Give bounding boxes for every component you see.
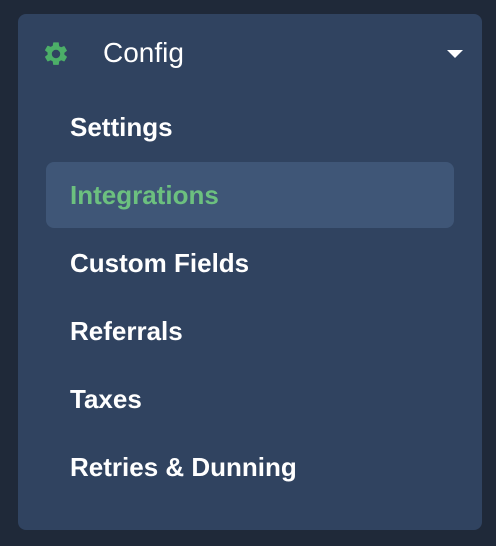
menu-item-taxes[interactable]: Taxes (46, 366, 454, 432)
menu-item-custom-fields[interactable]: Custom Fields (46, 230, 454, 296)
menu-item-integrations[interactable]: Integrations (46, 162, 454, 228)
config-section-header[interactable]: Config (18, 14, 482, 92)
menu-item-label: Taxes (70, 384, 142, 414)
menu-item-referrals[interactable]: Referrals (46, 298, 454, 364)
menu-item-label: Retries & Dunning (70, 452, 297, 482)
caret-down-icon[interactable] (446, 48, 464, 60)
menu-item-label: Settings (70, 112, 173, 142)
config-nav-panel: Config Settings Integrations Custom Fiel… (18, 14, 482, 530)
menu-item-label: Custom Fields (70, 248, 250, 278)
config-menu: Settings Integrations Custom Fields Refe… (46, 94, 454, 502)
menu-item-label: Integrations (70, 180, 219, 210)
menu-item-label: Referrals (70, 316, 183, 346)
menu-item-retries-dunning[interactable]: Retries & Dunning (46, 434, 454, 500)
gear-icon (45, 42, 67, 65)
menu-item-settings[interactable]: Settings (46, 94, 454, 160)
config-section-title: Config (103, 37, 184, 68)
